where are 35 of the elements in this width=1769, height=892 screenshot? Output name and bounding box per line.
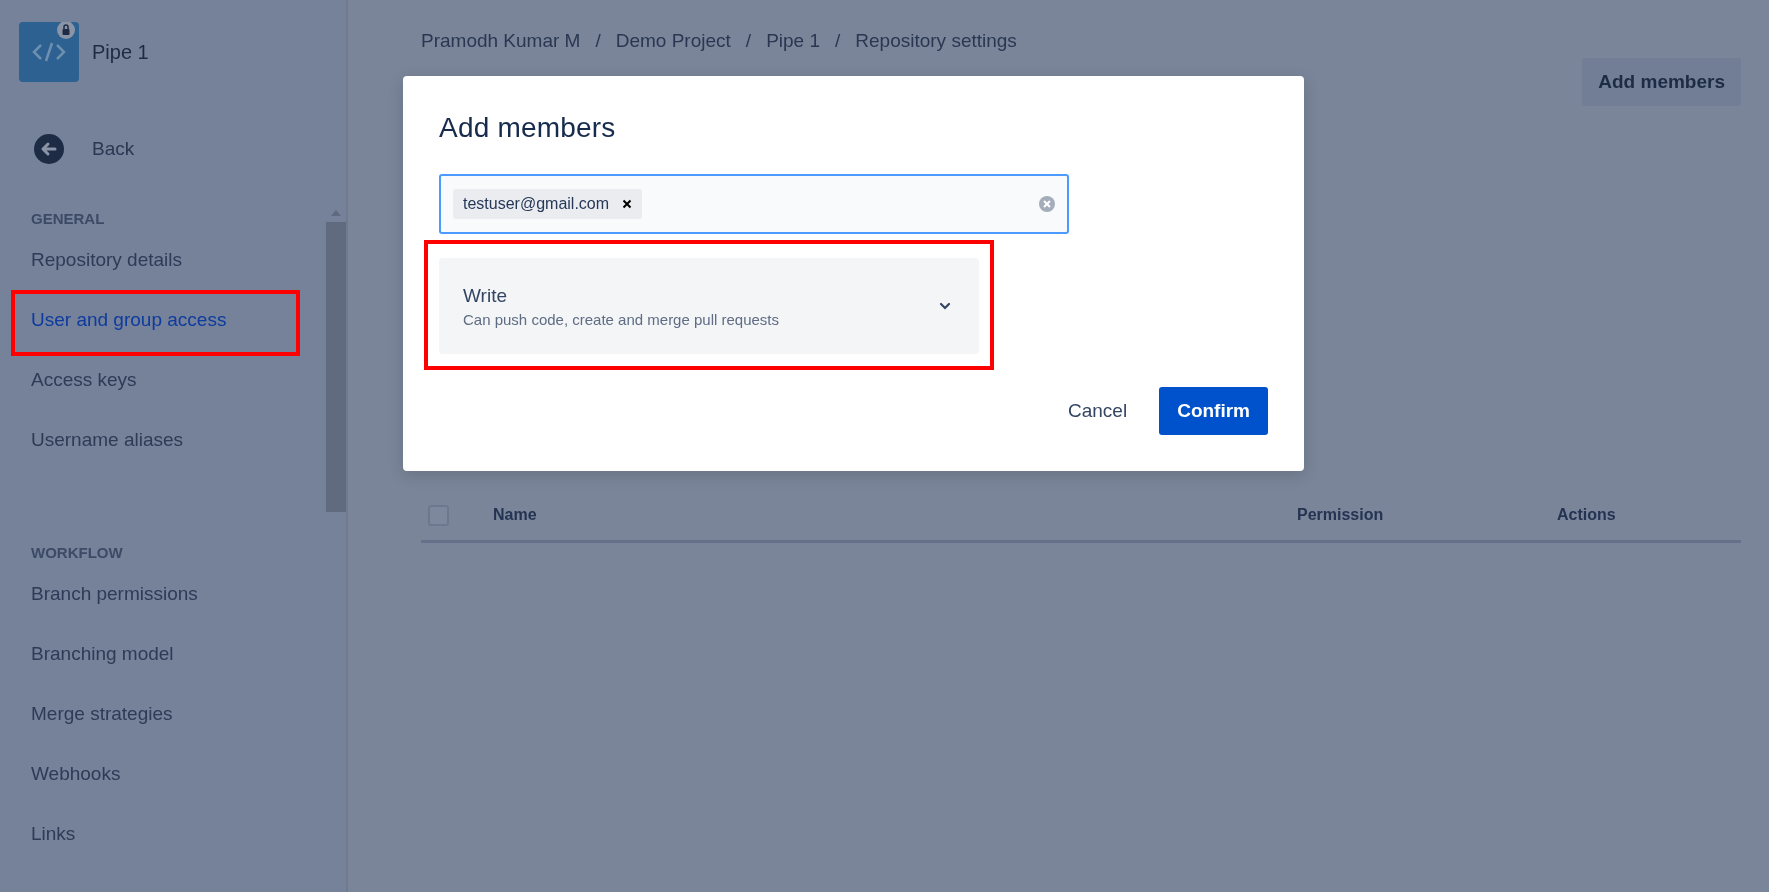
scroll-up-icon[interactable] bbox=[331, 210, 341, 216]
column-header: Name bbox=[493, 506, 537, 524]
sidebar-item[interactable]: Branching model bbox=[31, 643, 174, 665]
repository-logo-icon bbox=[19, 22, 79, 82]
breadcrumb-separator: / bbox=[595, 30, 601, 52]
remove-icon[interactable] bbox=[622, 199, 633, 209]
confirm-button[interactable]: Confirm bbox=[1159, 387, 1268, 435]
breadcrumb-link[interactable]: Pipe 1 bbox=[766, 30, 820, 52]
cancel-button[interactable]: Cancel bbox=[1050, 387, 1146, 435]
dialog-title: Add members bbox=[439, 112, 617, 144]
breadcrumb-link[interactable]: Demo Project bbox=[615, 30, 731, 52]
clear-icon[interactable] bbox=[1039, 196, 1055, 212]
sidebar-item[interactable]: Access keys bbox=[31, 369, 137, 391]
section-heading: WORKFLOW bbox=[31, 544, 123, 563]
permission-select[interactable]: Write Can push code, create and merge pull requests bbox=[439, 258, 979, 354]
repository-name: Pipe 1 bbox=[92, 40, 149, 64]
sidebar-item[interactable]: Branch permissions bbox=[31, 583, 198, 605]
column-header: Actions bbox=[1557, 506, 1616, 524]
breadcrumb-separator: / bbox=[745, 30, 752, 52]
add-members-button[interactable]: Add members bbox=[1582, 58, 1741, 106]
sidebar-item[interactable]: Links bbox=[31, 823, 76, 845]
sidebar-item[interactable]: User and group access bbox=[31, 309, 227, 331]
sidebar-item[interactable]: Webhooks bbox=[31, 763, 121, 785]
chevron-down-icon bbox=[939, 302, 951, 310]
members-input-field[interactable]: testuser@gmail.com bbox=[439, 174, 1069, 234]
sidebar-item[interactable]: Repository details bbox=[31, 249, 183, 271]
column-header: Permission bbox=[1297, 506, 1384, 524]
breadcrumb-link[interactable]: Repository settings bbox=[855, 30, 1017, 52]
section-heading: GENERAL bbox=[31, 210, 105, 229]
sidebar-item[interactable]: Merge strategies bbox=[31, 703, 173, 725]
member-email: testuser@gmail.com bbox=[463, 195, 610, 213]
breadcrumb-link[interactable]: Pramodh Kumar M bbox=[421, 30, 581, 52]
back-link[interactable]: Back bbox=[34, 134, 135, 164]
breadcrumb-separator: / bbox=[835, 30, 841, 52]
sidebar-item[interactable]: Username aliases bbox=[31, 429, 184, 451]
